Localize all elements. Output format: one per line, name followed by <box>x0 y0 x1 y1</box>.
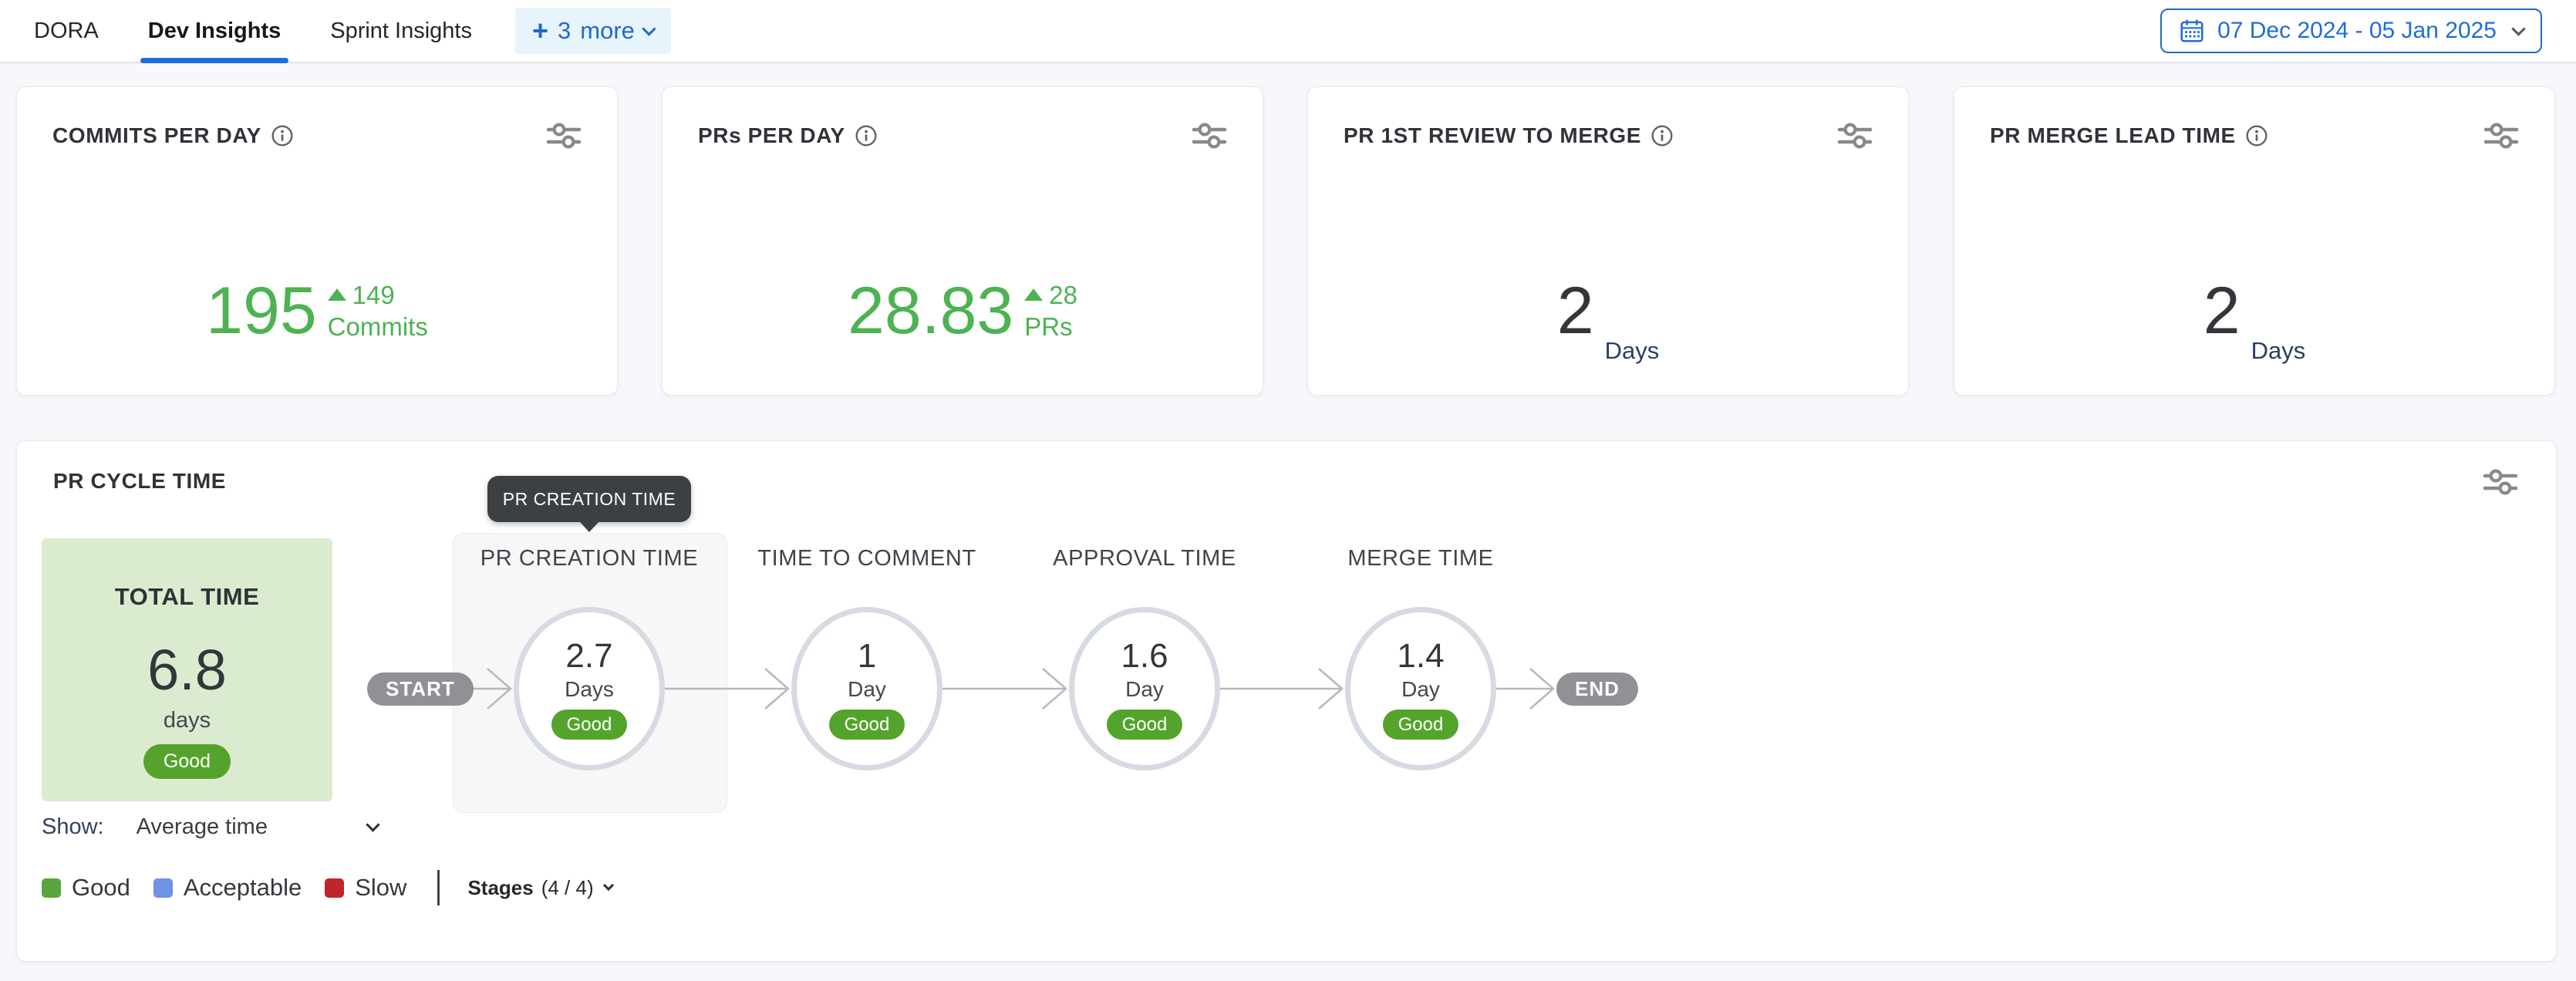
stage-unit: Day <box>1401 677 1440 702</box>
chevron-down-icon <box>642 22 656 35</box>
show-label: Show: <box>42 814 104 840</box>
date-range-text: 07 Dec 2024 - 05 Jan 2025 <box>2217 18 2497 44</box>
stage-title-time-to-comment: TIME TO COMMENT <box>757 546 976 571</box>
chevron-down-icon <box>603 880 614 891</box>
legend-swatch-slow <box>325 878 344 898</box>
legend-swatch-good <box>42 878 61 898</box>
legend-item-acceptable: Acceptable <box>153 874 302 902</box>
card-title: PR MERGE LEAD TIME <box>1990 123 2236 148</box>
card-prs-per-day: PRs PER DAY 28.83 28 PRs <box>662 86 1263 396</box>
stage-unit: Days <box>565 677 614 702</box>
metric-number: 2 <box>1557 278 1594 344</box>
card-title: COMMITS PER DAY <box>52 123 261 148</box>
card-title: PRs PER DAY <box>698 123 845 148</box>
legend-label: Slow <box>355 874 406 902</box>
stage-node-merge-time[interactable]: 1.4 Day Good <box>1345 607 1496 770</box>
info-icon[interactable] <box>1650 124 1674 147</box>
start-label: START <box>386 677 455 701</box>
active-tab-underline <box>140 58 288 63</box>
stage-title-approval-time: APPROVAL TIME <box>1053 546 1236 571</box>
stage-node-pr-creation[interactable]: 2.7 Days Good <box>514 607 665 770</box>
metric-value: 2 Days <box>1954 249 2554 373</box>
stage-node-time-to-comment[interactable]: 1 Day Good <box>791 607 942 770</box>
stage-value: 1.6 <box>1121 638 1168 675</box>
stage-value: 1 <box>858 638 876 675</box>
metric-delta: 149 <box>352 279 395 311</box>
legend-item-good: Good <box>42 874 130 902</box>
metric-value: 195 149 Commits <box>17 249 617 373</box>
stage-unit: Day <box>1125 677 1164 702</box>
triangle-up-icon <box>328 288 346 301</box>
metric-delta: 28 <box>1049 279 1077 311</box>
metric-value: 2 Days <box>1308 249 1908 373</box>
show-dropdown[interactable]: Average time <box>137 814 268 840</box>
end-pill: END <box>1556 673 1638 706</box>
legend-swatch-acceptable <box>153 878 173 898</box>
card-commits-per-day: COMMITS PER DAY 195 149 Commits <box>16 86 618 396</box>
pr-cycle-time-card: PR CYCLE TIME PR CREATION TIME TOTAL TIM… <box>16 440 2557 962</box>
tab-dora[interactable]: DORA <box>34 0 99 62</box>
metric-value: 28.83 28 PRs <box>663 249 1263 373</box>
stages-filter-count: (4 / 4) <box>541 876 594 900</box>
info-icon[interactable] <box>2245 124 2268 147</box>
sliders-icon[interactable] <box>1190 118 1229 153</box>
end-label: END <box>1575 677 1620 701</box>
metric-unit: Days <box>2251 337 2306 373</box>
stage-tooltip: PR CREATION TIME <box>487 476 691 522</box>
metric-number: 195 <box>206 278 317 344</box>
status-badge: Good <box>551 710 628 740</box>
more-label: more <box>580 17 635 45</box>
legend-label: Good <box>72 874 130 902</box>
status-badge: Good <box>1107 710 1183 740</box>
sliders-icon[interactable] <box>545 118 583 153</box>
more-tabs-button[interactable]: +3 more <box>515 8 671 54</box>
calendar-icon <box>2179 18 2205 44</box>
stage-unit: Day <box>848 677 886 702</box>
chevron-down-icon[interactable] <box>366 818 379 831</box>
legend-row: Good Acceptable Slow Stages (4 / 4) <box>42 870 612 905</box>
metric-unit: PRs <box>1024 311 1077 342</box>
tab-label: DORA <box>34 19 99 44</box>
stage-title-pr-creation: PR CREATION TIME <box>480 546 698 571</box>
status-badge: Good <box>1383 710 1459 740</box>
legend-label: Acceptable <box>184 874 302 902</box>
legend-item-slow: Slow <box>325 874 406 902</box>
tab-dev-insights[interactable]: Dev Insights <box>148 0 281 62</box>
metric-unit: Days <box>1605 337 1660 373</box>
status-badge: Good <box>829 710 905 740</box>
stage-value: 1.4 <box>1397 638 1444 675</box>
stages-filter-label: Stages <box>467 876 533 900</box>
card-pr-first-review-to-merge: PR 1ST REVIEW TO MERGE 2 Days <box>1307 86 1909 396</box>
card-pr-merge-lead-time: PR MERGE LEAD TIME 2 Days <box>1954 86 2555 396</box>
start-pill: START <box>367 673 474 706</box>
tab-bar: DORA Dev Insights Sprint Insights <box>34 0 472 62</box>
tab-label: Dev Insights <box>148 19 281 44</box>
stage-value: 2.7 <box>565 638 612 675</box>
chevron-down-icon <box>2511 22 2525 35</box>
metric-unit: Commits <box>328 311 428 342</box>
stage-node-approval-time[interactable]: 1.6 Day Good <box>1069 607 1220 770</box>
stage-title-merge-time: MERGE TIME <box>1347 546 1493 571</box>
sliders-icon[interactable] <box>1836 118 1874 153</box>
tooltip-text: PR CREATION TIME <box>503 489 676 510</box>
card-title: PR 1ST REVIEW TO MERGE <box>1344 123 1641 148</box>
more-count: 3 <box>558 17 571 45</box>
plus-icon: + <box>532 17 548 45</box>
sliders-icon[interactable] <box>2482 118 2520 153</box>
triangle-up-icon <box>1024 288 1043 301</box>
tab-label: Sprint Insights <box>330 19 472 44</box>
stages-filter-dropdown[interactable]: Stages (4 / 4) <box>467 876 612 900</box>
tab-sprint-insights[interactable]: Sprint Insights <box>330 0 472 62</box>
show-selector-row: Show: Average time <box>42 814 378 840</box>
top-navbar: DORA Dev Insights Sprint Insights +3 mor… <box>0 0 2576 63</box>
info-icon[interactable] <box>855 124 878 147</box>
date-range-picker[interactable]: 07 Dec 2024 - 05 Jan 2025 <box>2160 8 2542 53</box>
legend-divider <box>437 870 440 905</box>
info-icon[interactable] <box>271 124 294 147</box>
metric-number: 28.83 <box>848 278 1013 344</box>
metric-number: 2 <box>2203 278 2241 344</box>
